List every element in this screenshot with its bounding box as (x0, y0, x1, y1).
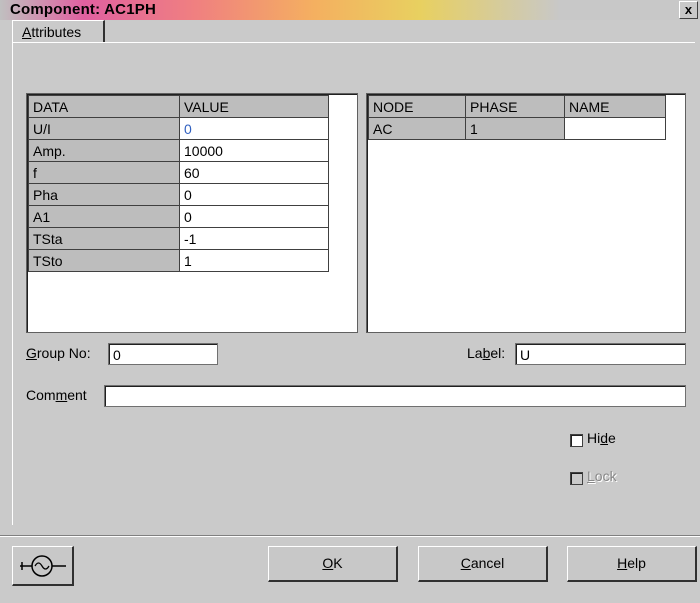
data-key-cell: TSta (28, 227, 180, 250)
component-dialog: Component: AC1PH x Attributes DATA VALUE… (0, 0, 700, 603)
ok-button[interactable]: OK (268, 546, 398, 582)
cancel-button[interactable]: Cancel (418, 546, 548, 582)
lock-checkbox[interactable] (570, 472, 583, 485)
tab-attributes[interactable]: Attributes (12, 20, 105, 43)
attributes-grid[interactable]: DATA VALUE U/I 0 Amp. 10000 f 60 Pha 0 A… (26, 93, 358, 333)
close-icon: x (684, 2, 693, 17)
value-cell[interactable]: 0 (179, 117, 329, 140)
data-key-cell: f (28, 161, 180, 184)
help-button[interactable]: Help (567, 546, 697, 582)
node-cell: AC (368, 117, 466, 140)
separator (0, 535, 700, 537)
data-key-cell: Amp. (28, 139, 180, 162)
table-row[interactable]: Amp. 10000 (28, 139, 329, 162)
attributes-table: DATA VALUE U/I 0 Amp. 10000 f 60 Pha 0 A… (28, 95, 329, 272)
value-cell[interactable]: -1 (179, 227, 329, 250)
table-header-row: NODE PHASE NAME (368, 95, 666, 118)
hide-checkbox[interactable] (570, 434, 583, 447)
table-row[interactable]: U/I 0 (28, 117, 329, 140)
column-header-name[interactable]: NAME (564, 95, 666, 118)
table-row[interactable]: TSta -1 (28, 227, 329, 250)
window-title: Component: AC1PH (10, 1, 156, 18)
table-header-row: DATA VALUE (28, 95, 329, 118)
comment-label: Comment (26, 387, 87, 403)
value-cell[interactable]: 0 (179, 183, 329, 206)
table-row[interactable]: Pha 0 (28, 183, 329, 206)
data-key-cell: A1 (28, 205, 180, 228)
column-header-phase[interactable]: PHASE (465, 95, 565, 118)
comment-field[interactable] (104, 385, 686, 407)
value-cell[interactable]: 1 (179, 249, 329, 272)
value-cell[interactable]: 0 (179, 205, 329, 228)
column-header-data[interactable]: DATA (28, 95, 180, 118)
table-row[interactable]: TSto 1 (28, 249, 329, 272)
table-row[interactable]: f 60 (28, 161, 329, 184)
value-cell[interactable]: 60 (179, 161, 329, 184)
label-field-label: Label: (467, 345, 506, 361)
node-grid[interactable]: NODE PHASE NAME AC 1 (366, 93, 686, 333)
column-header-node[interactable]: NODE (368, 95, 466, 118)
close-button[interactable]: x (679, 1, 698, 19)
value-cell[interactable]: 10000 (179, 139, 329, 162)
title-bar[interactable]: Component: AC1PH x (0, 0, 700, 20)
label-field[interactable]: U (515, 343, 686, 365)
hide-label[interactable]: Hide (587, 430, 616, 446)
ac-source-icon (20, 555, 66, 577)
data-key-cell: U/I (28, 117, 180, 140)
table-row[interactable]: AC 1 (368, 117, 666, 140)
table-row[interactable]: A1 0 (28, 205, 329, 228)
component-symbol-button[interactable] (12, 546, 74, 586)
group-no-label: Group No: (26, 345, 91, 361)
name-cell[interactable] (564, 117, 666, 140)
phase-cell[interactable]: 1 (465, 117, 565, 140)
node-table: NODE PHASE NAME AC 1 (368, 95, 666, 140)
group-no-field[interactable]: 0 (108, 343, 218, 365)
data-key-cell: TSto (28, 249, 180, 272)
lock-label[interactable]: Lock (587, 468, 617, 484)
data-key-cell: Pha (28, 183, 180, 206)
column-header-value[interactable]: VALUE (179, 95, 329, 118)
